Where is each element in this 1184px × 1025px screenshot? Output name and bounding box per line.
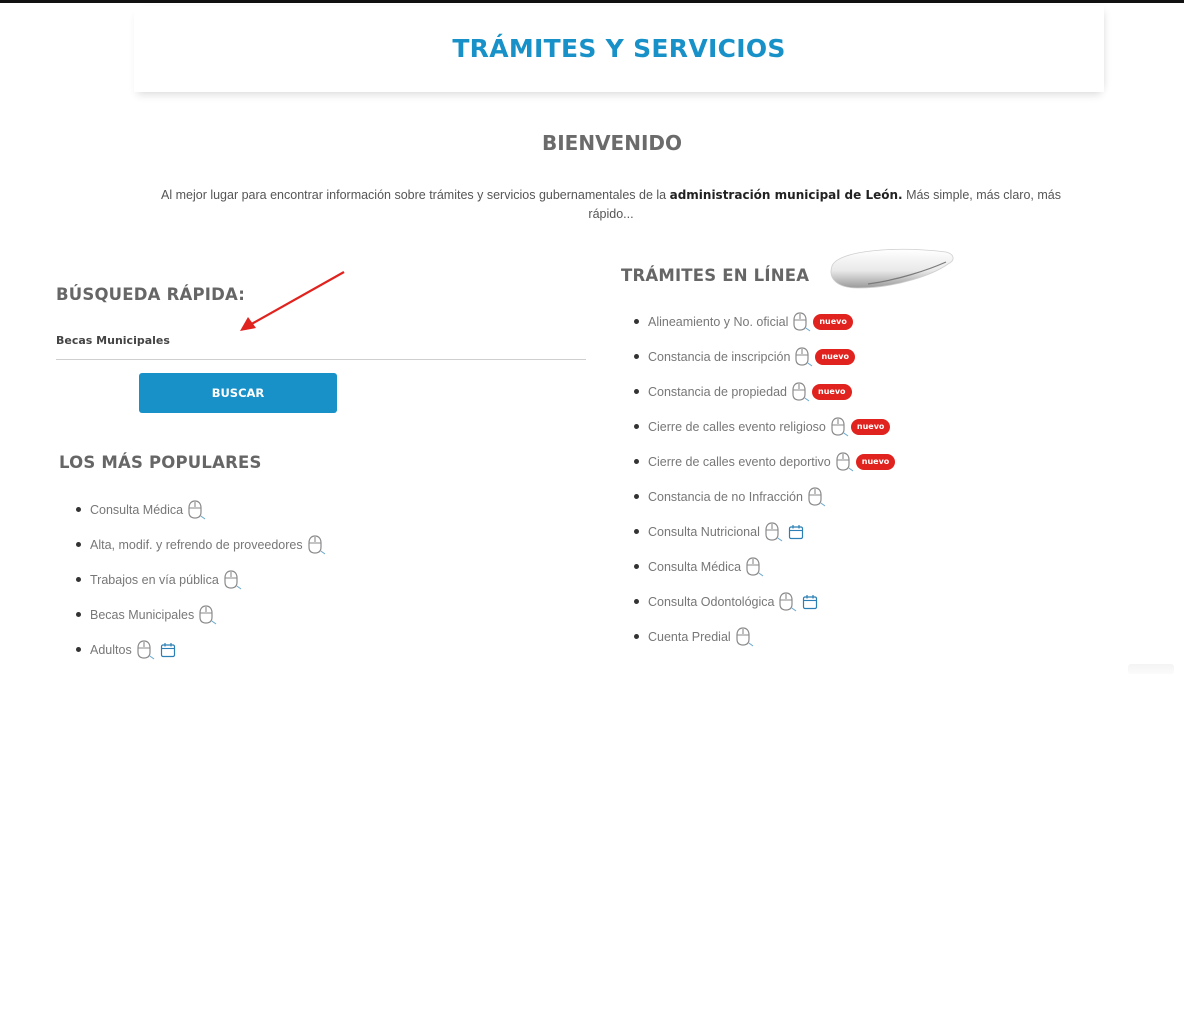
bullet bbox=[76, 542, 81, 547]
mouse-icon[interactable] bbox=[308, 534, 326, 555]
online-item-label[interactable]: Consulta Odontológica bbox=[648, 595, 774, 609]
popular-item-label[interactable]: Becas Municipales bbox=[90, 608, 194, 622]
bullet bbox=[634, 634, 639, 639]
bullet bbox=[634, 424, 639, 429]
popular-item[interactable]: Adultos bbox=[76, 632, 326, 667]
quick-search-title: BÚSQUEDA RÁPIDA: bbox=[56, 285, 246, 304]
welcome-text: Al mejor lugar para encontrar informació… bbox=[150, 186, 1072, 224]
mouse-icon[interactable] bbox=[831, 416, 849, 437]
online-item-label[interactable]: Cuenta Predial bbox=[648, 630, 731, 644]
mouse-icon[interactable] bbox=[779, 591, 797, 612]
online-item[interactable]: Cierre de calles evento religioso nuevo bbox=[634, 409, 895, 444]
popular-item-label[interactable]: Consulta Médica bbox=[90, 503, 183, 517]
mouse-icon[interactable] bbox=[795, 346, 813, 367]
mouse-icon[interactable] bbox=[765, 521, 783, 542]
mouse-icon[interactable] bbox=[793, 311, 811, 332]
online-item-label[interactable]: Alineamiento y No. oficial bbox=[648, 315, 788, 329]
popular-title: LOS MÁS POPULARES bbox=[59, 453, 262, 472]
online-item[interactable]: Cierre de calles evento deportivo nuevo bbox=[634, 444, 896, 479]
mouse-icon[interactable] bbox=[808, 486, 826, 507]
popular-item[interactable]: Consulta Médica bbox=[76, 492, 326, 527]
bullet bbox=[76, 577, 81, 582]
mouse-icon[interactable] bbox=[188, 499, 206, 520]
popular-item[interactable]: Alta, modif. y refrendo de proveedores bbox=[76, 527, 326, 562]
bullet bbox=[634, 459, 639, 464]
bullet bbox=[634, 529, 639, 534]
page-title: TRÁMITES Y SERVICIOS bbox=[452, 34, 786, 63]
search-input[interactable]: Becas Municipales bbox=[56, 334, 170, 347]
new-badge: nuevo bbox=[815, 348, 855, 365]
online-list: Alineamiento y No. oficial nuevo Constanci… bbox=[634, 304, 896, 654]
calendar-icon[interactable] bbox=[788, 524, 804, 540]
bullet bbox=[634, 564, 639, 569]
online-title: TRÁMITES EN LÍNEA bbox=[621, 266, 810, 285]
search-input-underline bbox=[56, 359, 586, 360]
mouse-icon[interactable] bbox=[199, 604, 217, 625]
online-item[interactable]: Constancia de no Infracción bbox=[634, 479, 895, 514]
popular-item-label[interactable]: Alta, modif. y refrendo de proveedores bbox=[90, 538, 303, 552]
mouse-image bbox=[830, 249, 954, 289]
new-badge: nuevo bbox=[850, 418, 891, 435]
online-item-label[interactable]: Constancia de no Infracción bbox=[648, 490, 803, 504]
welcome-text-bold: administración municipal de León. bbox=[669, 188, 903, 202]
bullet bbox=[634, 354, 639, 359]
search-button[interactable]: BUSCAR bbox=[139, 373, 337, 413]
popular-list: Consulta Médica Alta, modif. y refrendo d… bbox=[76, 492, 326, 667]
red-arrow-annotation bbox=[240, 271, 345, 331]
mouse-icon[interactable] bbox=[836, 451, 854, 472]
welcome-text-start: Al mejor lugar para encontrar informació… bbox=[161, 188, 670, 202]
page-header: TRÁMITES Y SERVICIOS bbox=[134, 6, 1104, 92]
popular-item-label[interactable]: Trabajos en vía pública bbox=[90, 573, 219, 587]
online-item[interactable]: Constancia de propiedad nuevo bbox=[634, 374, 895, 409]
welcome-title: BIENVENIDO bbox=[541, 131, 682, 155]
bullet bbox=[634, 494, 639, 499]
online-item[interactable]: Consulta Odontológica bbox=[634, 584, 895, 619]
online-item-label[interactable]: Constancia de inscripción bbox=[648, 350, 790, 364]
bullet bbox=[76, 507, 81, 512]
online-item-label[interactable]: Constancia de propiedad bbox=[648, 385, 787, 399]
mouse-icon[interactable] bbox=[736, 626, 754, 647]
popular-item[interactable]: Becas Municipales bbox=[76, 597, 326, 632]
mouse-icon[interactable] bbox=[746, 556, 764, 577]
online-item[interactable]: Consulta Nutricional bbox=[634, 514, 895, 549]
new-badge: nuevo bbox=[855, 453, 896, 470]
top-rule bbox=[0, 0, 1184, 3]
online-item[interactable]: Constancia de inscripción nuevo bbox=[634, 339, 895, 374]
bullet bbox=[634, 389, 639, 394]
online-item-label[interactable]: Consulta Nutricional bbox=[648, 525, 760, 539]
popular-item[interactable]: Trabajos en vía pública bbox=[76, 562, 326, 597]
online-item[interactable]: Cuenta Predial bbox=[634, 619, 895, 654]
calendar-icon[interactable] bbox=[160, 642, 176, 658]
bullet bbox=[634, 319, 639, 324]
mouse-icon[interactable] bbox=[792, 381, 810, 402]
new-badge: nuevo bbox=[812, 383, 852, 400]
bullet bbox=[634, 599, 639, 604]
online-item-label[interactable]: Cierre de calles evento deportivo bbox=[648, 455, 831, 469]
online-item[interactable]: Consulta Médica bbox=[634, 549, 895, 584]
calendar-icon[interactable] bbox=[802, 594, 818, 610]
online-item-label[interactable]: Cierre de calles evento religioso bbox=[648, 420, 826, 434]
online-item[interactable]: Alineamiento y No. oficial nuevo bbox=[634, 304, 895, 339]
online-item-label[interactable]: Consulta Médica bbox=[648, 560, 741, 574]
edge-fragment bbox=[1128, 664, 1174, 674]
popular-item-label[interactable]: Adultos bbox=[90, 643, 132, 657]
bullet bbox=[76, 612, 81, 617]
new-badge: nuevo bbox=[813, 313, 853, 330]
mouse-icon[interactable] bbox=[224, 569, 242, 590]
mouse-icon[interactable] bbox=[137, 639, 155, 660]
bullet bbox=[76, 647, 81, 652]
